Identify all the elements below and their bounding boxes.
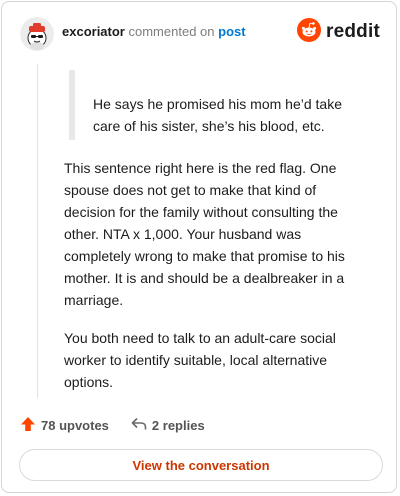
comment-embed-card: excoriator commented on post reddit He s… [1, 1, 397, 493]
comment-actions: 78 upvotes 2 replies [20, 416, 380, 434]
quoted-text: He says he promised his mom he’d take ca… [69, 70, 359, 140]
post-link[interactable]: post [218, 24, 245, 39]
upvote-button[interactable]: 78 upvotes [20, 416, 109, 435]
upvote-arrow-icon [20, 416, 41, 435]
view-conversation-button[interactable]: View the conversation [19, 449, 383, 481]
comment-paragraph: This sentence right here is the red flag… [64, 160, 345, 308]
thread-line [37, 64, 38, 398]
username-link[interactable]: excoriator [62, 24, 125, 39]
comment-header: excoriator commented on post reddit [20, 16, 380, 52]
replies-count: 2 replies [151, 417, 205, 433]
snoo-avatar-icon[interactable] [20, 17, 54, 51]
comment-meta: excoriator commented on post [62, 24, 246, 40]
comment-paragraph: You both need to talk to an adult-care s… [64, 330, 336, 390]
comment-body: This sentence right here is the red flag… [64, 157, 364, 409]
reddit-logo-icon [297, 17, 322, 47]
replies-button[interactable]: 2 replies [131, 417, 205, 434]
upvote-count: 78 upvotes [41, 417, 109, 433]
reply-arrow-icon [131, 417, 152, 434]
reddit-wordmark: reddit [326, 21, 380, 42]
commented-on-text: commented on [128, 24, 215, 39]
reddit-brand[interactable]: reddit [297, 17, 380, 47]
